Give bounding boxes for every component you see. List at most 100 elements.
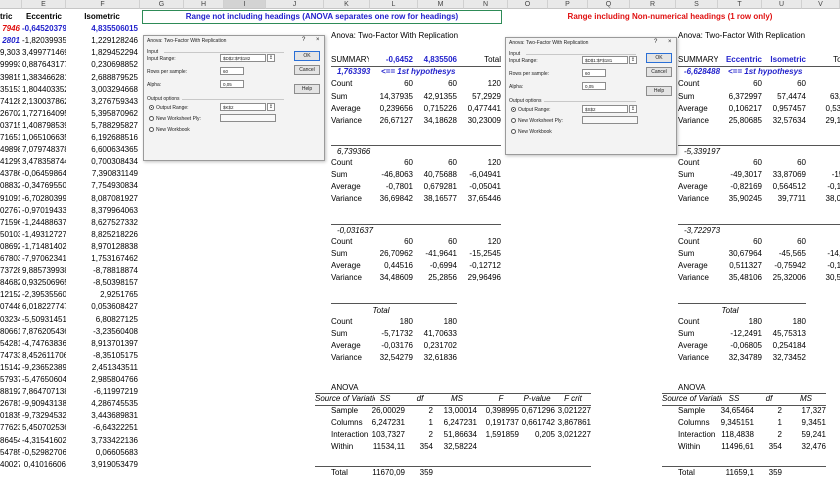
range-select-icon[interactable]: ↥ [267,103,275,111]
table-cell[interactable]: 40,75688 [413,169,457,181]
hypothesis-note[interactable]: <== 1st hypothesys [728,66,818,78]
table-cell[interactable]: Average [331,181,369,193]
table-cell[interactable]: Count [678,236,718,248]
data-cell[interactable]: 03715 [0,120,20,132]
ok-button[interactable]: OK [646,53,672,63]
table-cell[interactable]: Variance [678,272,718,284]
table-cell[interactable]: 0,254184 [762,340,806,352]
close-icon[interactable]: × [668,39,672,45]
table-cell[interactable]: Count [331,78,369,90]
range-note-banner[interactable]: Range not including headings (ANOVA sepa… [144,11,500,23]
table-cell[interactable]: 0,5318 [806,103,840,115]
data-cell[interactable]: 3,919053479 [66,459,138,471]
data-cell[interactable]: -2,395355607 [22,289,66,301]
table-cell[interactable]: Average [678,260,718,272]
data-cell[interactable]: 26781 [0,398,20,410]
data-cell[interactable]: -5,509314519 [22,314,66,326]
anova-cell[interactable]: Columns [331,417,369,429]
data-cell[interactable]: 8,087081927 [66,193,138,205]
data-cell[interactable]: 1,229128246 [66,35,138,47]
table-cell[interactable]: 45,75313 [762,328,806,340]
anova-cell[interactable]: Total [331,467,369,479]
range-note-banner[interactable]: Range including Non-numerical headings (… [560,11,780,23]
data-cell[interactable]: 71596 [0,217,20,229]
data-cell[interactable]: -5,47650604 [22,374,66,386]
data-cell[interactable]: 8,452611706 [22,350,66,362]
data-cell[interactable]: 77623 [0,422,20,434]
table-cell[interactable]: Variance [331,193,369,205]
table-cell[interactable]: 29,128 [806,115,840,127]
data-cell[interactable]: -0,645203791 [22,23,66,35]
anova-col-header[interactable]: SS [714,393,754,405]
table-cell[interactable]: 25,80685 [718,115,762,127]
table-cell[interactable]: 32,61836 [413,352,457,364]
alpha-field[interactable]: 0,05 [582,82,606,90]
data-cell[interactable]: 1,829452294 [66,47,138,59]
data-cell[interactable]: -6,702803996 [22,193,66,205]
anova-cell[interactable]: Columns [678,417,718,429]
table-cell[interactable]: 60 [718,78,762,90]
data-cell[interactable]: 8,970128838 [66,241,138,253]
table-cell[interactable]: 26,70962 [369,248,413,260]
data-cell[interactable]: 02767 [0,205,20,217]
anova-cell[interactable]: 11659,1 [714,467,754,479]
data-cell[interactable]: 1,065106635 [22,132,66,144]
anova-col-header[interactable]: Source of Variation [662,393,722,405]
table-cell[interactable]: 0,231702 [413,340,457,352]
table-cell[interactable]: -0,05041 [457,181,501,193]
data-cell[interactable]: 0,700308434 [66,156,138,168]
data-cell[interactable]: 26702 [0,108,20,120]
anova-cell[interactable]: 13,00014 [437,405,477,417]
column-header[interactable] [0,0,22,9]
hypothesis-note[interactable]: <== 1st hypothesys [381,66,471,78]
anova-cell[interactable]: 0,205 [519,429,555,441]
column-header[interactable]: N [464,0,508,9]
output-range-field[interactable]: $S$2 [582,105,628,113]
data-cell[interactable]: 3,276759343 [66,96,138,108]
table-cell[interactable]: Sum [678,91,718,103]
table-cell[interactable]: 38,16577 [413,193,457,205]
anova-cell[interactable]: 2 [407,429,433,441]
anova-cell[interactable]: 17,327 [786,405,826,417]
data-cell[interactable]: 1,753167462 [66,253,138,265]
anova-cell[interactable]: Within [678,441,718,453]
column-header[interactable]: J [266,0,324,9]
anova-cell[interactable]: Interaction [331,429,369,441]
table-cell[interactable]: 63,82 [806,91,840,103]
data-cell[interactable]: -9,73294532 [22,410,66,422]
data-cell[interactable]: 35153 [0,84,20,96]
data-cell[interactable]: -4,31541602 [22,435,66,447]
table-cell[interactable]: Count [331,157,369,169]
data-cell[interactable]: -0,529827067 [22,447,66,459]
table-cell[interactable]: 60 [718,157,762,169]
column-header[interactable]: T [718,0,762,9]
data-cell[interactable]: 57937 [0,374,20,386]
data-cell[interactable]: 2,688879525 [66,72,138,84]
table-cell[interactable]: 25,32006 [762,272,806,284]
data-cell[interactable]: 9,885739938 [22,265,66,277]
table-cell[interactable]: Average [678,340,718,352]
rows-per-sample-field[interactable]: 60 [582,69,606,77]
data-cell[interactable]: 3,499771469 [22,47,66,59]
data-cell[interactable]: -8,78818874 [66,265,138,277]
data-cell[interactable]: 03234 [0,314,20,326]
column-header[interactable]: M [418,0,464,9]
anova-cell[interactable]: 118,4838 [714,429,754,441]
table-cell[interactable]: 60 [369,78,413,90]
table-cell[interactable]: 34,18628 [413,115,457,127]
data-cell[interactable]: 0,053608427 [66,301,138,313]
column-header[interactable]: S [676,0,718,9]
column-header[interactable]: E [22,0,66,9]
table-cell[interactable]: 41,70633 [413,328,457,340]
summary-col-header[interactable]: -0,6452 [369,54,413,66]
data-cell[interactable]: 71651 [0,132,20,144]
column-header[interactable]: R [630,0,676,9]
table-cell[interactable]: 60 [369,157,413,169]
table-cell[interactable]: -5,71732 [369,328,413,340]
data-cell[interactable]: -8,50398157 [66,277,138,289]
data-cell[interactable]: 54281 [0,338,20,350]
table-cell[interactable]: -0,12712 [457,260,501,272]
data-cell[interactable]: -0,064598649 [22,168,66,180]
table-cell[interactable]: -0,7801 [369,181,413,193]
data-cell[interactable]: 2,9251765 [66,289,138,301]
